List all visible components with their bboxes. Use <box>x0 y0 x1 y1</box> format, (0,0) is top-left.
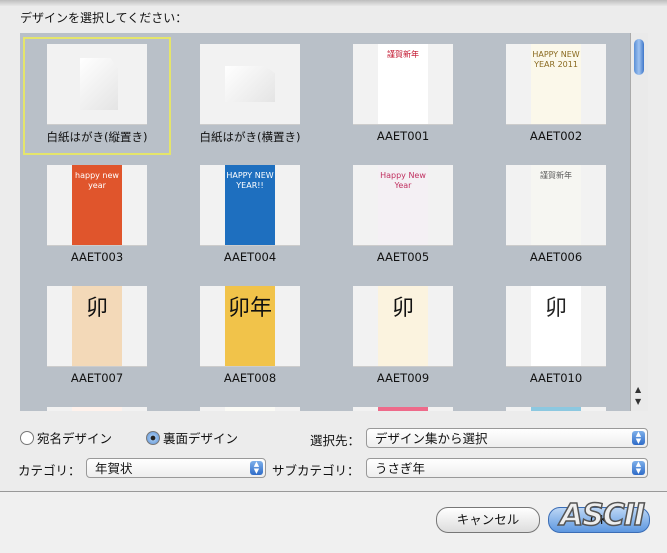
design-thumbnail: HAPPY NEW YEAR 2011 <box>506 44 606 125</box>
design-card-art: 卯 <box>531 286 581 366</box>
radio-button-selected-icon[interactable] <box>146 430 160 445</box>
ascii-logo: ASCII <box>559 497 646 534</box>
design-item[interactable] <box>329 400 477 411</box>
design-thumbnail <box>200 44 300 125</box>
subcategory-label: サブカテゴリ： <box>272 463 360 478</box>
design-thumbnail: 謹賀新年 <box>353 44 453 125</box>
scroll-thumb[interactable] <box>634 39 644 75</box>
design-thumbnail: Happy New Year <box>353 165 453 246</box>
design-card-art <box>72 407 122 411</box>
radio-button-icon[interactable] <box>20 430 34 445</box>
design-label: AAET001 <box>376 129 430 143</box>
category-value: 年賀状 <box>95 461 133 476</box>
design-card-art: 謹賀新年 <box>378 44 428 124</box>
design-card-art <box>225 407 275 411</box>
design-item[interactable] <box>23 400 171 411</box>
design-card-art: Happy New Year <box>378 165 428 245</box>
design-card-art <box>378 407 428 411</box>
radio-label: 宛名デザイン <box>37 431 113 446</box>
design-label: AAET010 <box>529 371 583 385</box>
updown-arrows-icon: ▲ ▼ <box>632 431 645 445</box>
design-label: AAET007 <box>70 371 124 385</box>
design-thumbnail: 卯 <box>506 286 606 367</box>
design-label: 白紙はがき(横置き) <box>199 130 301 144</box>
cancel-button[interactable]: キャンセル <box>436 507 540 533</box>
category-label: カテゴリ： <box>18 463 81 478</box>
design-label: AAET004 <box>223 250 277 264</box>
category-select[interactable]: 年賀状 ▲ ▼ <box>86 458 266 478</box>
design-item[interactable]: HAPPY NEW YEAR 2011 AAET002 <box>482 37 630 155</box>
design-item[interactable] <box>482 400 630 411</box>
design-thumbnail <box>47 44 147 125</box>
design-label: AAET006 <box>529 250 583 264</box>
design-item[interactable]: happy new year AAET003 <box>23 158 171 276</box>
radio-label: 裏面デザイン <box>163 431 239 446</box>
design-card-art: HAPPY NEW YEAR!! <box>225 165 275 245</box>
radio-back-design[interactable]: 裏面デザイン <box>146 428 238 447</box>
design-item[interactable]: 白紙はがき(縦置き) <box>23 37 171 155</box>
design-thumbnail: happy new year <box>47 165 147 246</box>
design-thumbnail <box>353 407 453 411</box>
design-item[interactable]: HAPPY NEW YEAR!! AAET004 <box>176 158 324 276</box>
design-item[interactable]: Happy New Year AAET005 <box>329 158 477 276</box>
design-item[interactable]: 謹賀新年 AAET006 <box>482 158 630 276</box>
source-label: 選択先： <box>310 433 361 448</box>
design-card-art: 卯年 <box>225 286 275 366</box>
design-card-art <box>531 407 581 411</box>
design-thumbnail <box>200 407 300 411</box>
scroll-up-arrow-icon[interactable]: ▲ <box>635 385 641 394</box>
scroll-down-arrow-icon[interactable]: ▼ <box>635 397 641 406</box>
design-thumbnail <box>506 407 606 411</box>
updown-arrows-icon: ▲ ▼ <box>632 461 645 475</box>
divider <box>0 491 667 492</box>
design-label: AAET008 <box>223 371 277 385</box>
source-value: デザイン集から選択 <box>375 431 488 446</box>
design-card-art: 卯 <box>378 286 428 366</box>
design-item[interactable]: 卯年 AAET008 <box>176 279 324 397</box>
blank-landscape-icon <box>225 66 275 102</box>
design-item[interactable]: 卯 AAET007 <box>23 279 171 397</box>
design-thumbnail: 謹賀新年 <box>506 165 606 246</box>
design-item[interactable]: 白紙はがき(横置き) <box>176 37 324 155</box>
dialog-prompt: デザインを選択してください： <box>20 11 188 25</box>
radio-address-design[interactable]: 宛名デザイン <box>20 428 112 447</box>
design-thumbnail: 卯 <box>47 286 147 367</box>
design-label: AAET003 <box>70 250 124 264</box>
blank-portrait-icon <box>80 58 118 110</box>
subcategory-select[interactable]: うさぎ年 ▲ ▼ <box>366 458 648 478</box>
subcategory-value: うさぎ年 <box>375 461 426 476</box>
design-thumbnail: HAPPY NEW YEAR!! <box>200 165 300 246</box>
design-card-art: 卯 <box>72 286 122 366</box>
updown-arrows-icon: ▲ ▼ <box>250 461 263 475</box>
design-item[interactable]: 謹賀新年 AAET001 <box>329 37 477 155</box>
design-thumbnail <box>47 407 147 411</box>
design-thumbnail: 卯年 <box>200 286 300 367</box>
design-card-art: 謹賀新年 <box>531 165 581 245</box>
design-label: AAET009 <box>376 371 430 385</box>
design-card-art: HAPPY NEW YEAR 2011 <box>531 44 581 124</box>
design-grid: 白紙はがき(縦置き) 白紙はがき(横置き) 謹賀新年 AAET001 HAPPY NEW… <box>20 33 630 411</box>
design-thumbnail: 卯 <box>353 286 453 367</box>
design-item[interactable]: 卯 AAET010 <box>482 279 630 397</box>
design-label: AAET005 <box>376 250 430 264</box>
design-item[interactable] <box>176 400 324 411</box>
source-select[interactable]: デザイン集から選択 ▲ ▼ <box>366 428 648 448</box>
scrollbar[interactable]: ▲ ▼ <box>630 33 648 411</box>
window-top-edge <box>0 0 667 6</box>
design-item[interactable]: 卯 AAET009 <box>329 279 477 397</box>
design-label: 白紙はがき(縦置き) <box>46 130 148 144</box>
design-card-art: happy new year <box>72 165 122 245</box>
design-label: AAET002 <box>529 129 583 143</box>
